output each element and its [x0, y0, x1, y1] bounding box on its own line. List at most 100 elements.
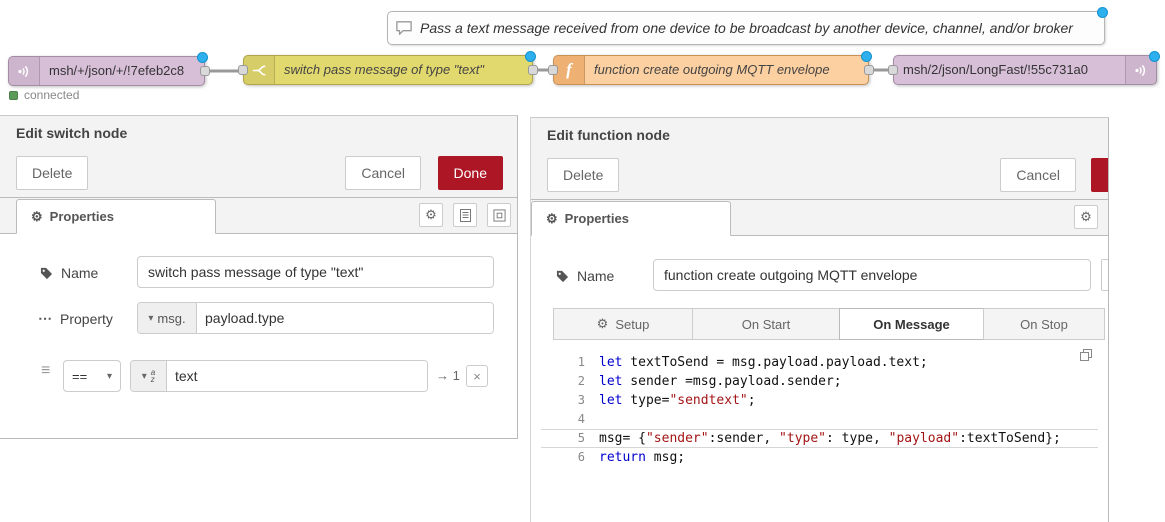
- output-port[interactable]: [200, 66, 210, 76]
- chevron-down-icon: ▾: [142, 371, 147, 382]
- line-number: 3: [541, 392, 599, 409]
- changed-indicator: [1149, 51, 1160, 62]
- cancel-button[interactable]: Cancel: [345, 156, 421, 190]
- remove-rule-button[interactable]: ×: [466, 365, 488, 387]
- edit-function-node-panel: Edit function node Delete Cancel ⚙ Prope…: [530, 117, 1109, 522]
- settings-button[interactable]: ⚙: [1074, 205, 1098, 229]
- tag-icon: [556, 270, 569, 283]
- rule-operator-select[interactable]: == ▾: [63, 360, 121, 392]
- gear-icon: ⚙: [546, 211, 558, 227]
- comment-node[interactable]: Pass a text message received from one de…: [387, 11, 1105, 45]
- done-button[interactable]: [1091, 158, 1108, 192]
- switch-fork-icon: [244, 56, 275, 84]
- rule-value-typed-input: ▾ az: [130, 360, 428, 392]
- tab-on-stop[interactable]: On Stop: [983, 308, 1105, 340]
- input-port[interactable]: [888, 65, 898, 75]
- tab-on-start[interactable]: On Start: [692, 308, 840, 340]
- document-icon: [460, 209, 471, 222]
- mqtt-in-node[interactable]: msh/+/json/+/!7efeb2c8: [8, 56, 205, 86]
- status-connected-icon: [9, 91, 18, 100]
- name-field-label: Name: [40, 265, 98, 281]
- tag-icon: [40, 267, 53, 280]
- name-input[interactable]: [653, 259, 1091, 291]
- panel-toolbar: Delete Cancel: [531, 151, 1108, 200]
- input-port[interactable]: [238, 65, 248, 75]
- gear-icon: ⚙: [31, 209, 43, 225]
- delete-button[interactable]: Delete: [547, 158, 619, 192]
- ellipsis-icon: ⋯: [38, 310, 52, 327]
- chevron-down-icon: ▾: [107, 371, 112, 382]
- changed-indicator: [197, 52, 208, 63]
- line-number: 6: [541, 449, 599, 466]
- switch-node[interactable]: switch pass message of type "text": [243, 55, 533, 85]
- settings-button[interactable]: ⚙: [419, 203, 443, 227]
- code-editor[interactable]: 1let textToSend = msg.payload.payload.te…: [541, 346, 1098, 498]
- expand-name-button[interactable]: [1101, 259, 1109, 291]
- property-type-button[interactable]: ▾ msg.: [138, 303, 197, 333]
- editor-tabbar: ⚙ Properties ⚙: [0, 198, 517, 234]
- rule-operator: ==: [72, 369, 87, 384]
- property-input[interactable]: [197, 303, 493, 333]
- frame-icon: [493, 209, 506, 222]
- description-button[interactable]: [453, 203, 477, 227]
- gear-icon: ⚙: [425, 207, 437, 223]
- status-text: connected: [24, 88, 79, 102]
- code-lines: 1let textToSend = msg.payload.payload.te…: [541, 353, 1098, 467]
- appearance-button[interactable]: [487, 203, 511, 227]
- tab-on-message[interactable]: On Message: [839, 308, 984, 340]
- name-input[interactable]: [137, 256, 494, 288]
- panel-title: Edit function node: [531, 118, 1108, 151]
- panel-title: Edit switch node: [0, 116, 517, 149]
- line-number: 5: [541, 430, 599, 447]
- output-port[interactable]: [528, 65, 538, 75]
- changed-indicator: [525, 51, 536, 62]
- line-number: 2: [541, 373, 599, 390]
- code-line: 6return msg;: [541, 448, 1098, 467]
- tab-setup[interactable]: ⚙ Setup: [553, 308, 693, 340]
- mqtt-out-node[interactable]: msh/2/json/LongFast/!55c731a0: [893, 55, 1157, 85]
- changed-indicator: [861, 51, 872, 62]
- chevron-down-icon: ▾: [148, 313, 153, 324]
- delete-button[interactable]: Delete: [16, 156, 88, 190]
- switch-node-label: switch pass message of type "text": [275, 56, 532, 84]
- mqtt-in-node-label: msh/+/json/+/!7efeb2c8: [40, 57, 204, 85]
- function-node[interactable]: f function create outgoing MQTT envelope: [553, 55, 869, 85]
- sort-alpha-icon: az: [151, 369, 155, 383]
- output-port[interactable]: [864, 65, 874, 75]
- rule-drag-handle-icon[interactable]: ≡: [41, 362, 50, 380]
- code-line: 4: [541, 410, 1098, 429]
- function-icon: f: [554, 56, 585, 84]
- edit-switch-node-panel: Edit switch node Delete Cancel Done ⚙ Pr…: [0, 115, 518, 439]
- input-port[interactable]: [548, 65, 558, 75]
- code-line: 2let sender =msg.payload.sender;: [541, 372, 1098, 391]
- node-red-workspace: Pass a text message received from one de…: [0, 0, 1165, 522]
- gear-icon: ⚙: [1080, 209, 1092, 225]
- mqtt-icon: [9, 57, 40, 85]
- changed-indicator: [1097, 7, 1108, 18]
- done-button[interactable]: Done: [438, 156, 503, 190]
- function-editor-tabs: ⚙ Setup On Start On Message On Stop: [553, 308, 1105, 340]
- rule-output-label: → 1: [436, 368, 460, 383]
- cancel-button[interactable]: Cancel: [1000, 158, 1076, 192]
- rule-value-type-button[interactable]: ▾ az: [131, 361, 167, 391]
- line-number: 1: [541, 354, 599, 371]
- comment-node-label: Pass a text message received from one de…: [420, 13, 1073, 43]
- editor-tabbar: ⚙ Properties ⚙: [531, 200, 1108, 236]
- line-number: 4: [541, 411, 599, 428]
- comment-bubble-icon: [388, 20, 420, 36]
- function-node-label: function create outgoing MQTT envelope: [585, 56, 868, 84]
- mqtt-in-status: connected: [9, 88, 79, 102]
- expand-editor-icon[interactable]: [1080, 349, 1092, 361]
- mqtt-out-node-label: msh/2/json/LongFast/!55c731a0: [894, 56, 1125, 84]
- tab-properties[interactable]: ⚙ Properties: [16, 199, 216, 234]
- close-icon: ×: [473, 369, 481, 384]
- property-prefix: msg.: [157, 311, 185, 326]
- property-field-label: ⋯ Property: [38, 310, 113, 327]
- code-line: 3let type="sendtext";: [541, 391, 1098, 410]
- gear-icon: ⚙: [597, 316, 609, 332]
- tab-properties[interactable]: ⚙ Properties: [531, 201, 731, 236]
- code-line: 5msg= {"sender":sender, "type": type, "p…: [541, 429, 1098, 448]
- panel-toolbar: Delete Cancel Done: [0, 149, 517, 198]
- rule-value-input[interactable]: [167, 361, 427, 391]
- name-field-label: Name: [556, 268, 614, 284]
